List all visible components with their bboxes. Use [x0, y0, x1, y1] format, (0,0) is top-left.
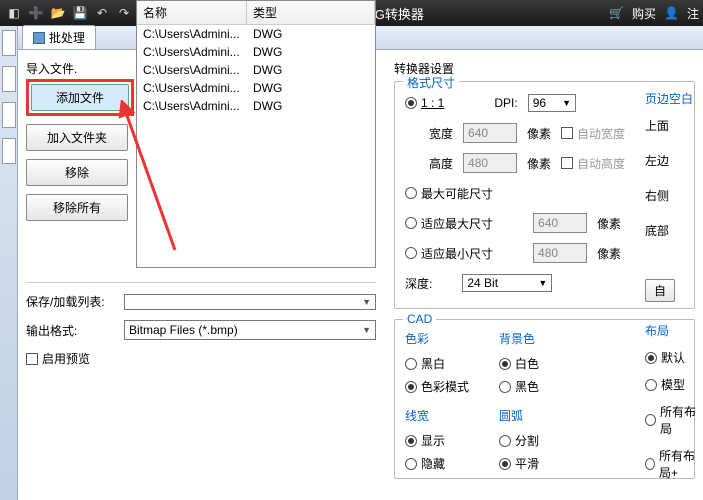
file-name-cell: C:\Users\Admini... — [137, 43, 247, 61]
layout-title: 布局 — [645, 322, 703, 339]
split-radio[interactable]: 分割 — [499, 432, 539, 449]
width-input[interactable]: 640 — [463, 123, 517, 143]
bw-radio[interactable]: 黑白 — [405, 355, 469, 372]
px-label: 像素 — [527, 155, 551, 172]
output-format-value: Bitmap Files (*.bmp) — [129, 323, 238, 337]
tab-label: 批处理 — [49, 29, 85, 46]
px-label: 像素 — [527, 125, 551, 142]
table-row[interactable]: C:\Users\Admini...DWG — [137, 97, 375, 115]
smooth-radio[interactable]: 平滑 — [499, 455, 539, 472]
layout-default-radio[interactable]: 默认 — [645, 349, 703, 366]
width-label: 宽度 — [429, 125, 453, 142]
open-icon[interactable]: 📂 — [48, 3, 68, 23]
height-label: 高度 — [429, 155, 453, 172]
file-type-cell: DWG — [247, 61, 375, 79]
save-list-label: 保存/加载列表: — [26, 293, 116, 310]
left-toolbar-item[interactable] — [2, 138, 16, 164]
margin-panel: 页边空白 上面 左边 右侧 底部 自 布局 默认 模型 所有布局 所有布局+ — [645, 90, 703, 481]
auto-width-checkbox[interactable]: 自动宽度 — [561, 125, 625, 142]
margin-left-label: 左边 — [645, 152, 703, 169]
file-name-cell: C:\Users\Admini... — [137, 61, 247, 79]
th-type[interactable]: 类型 — [247, 1, 375, 24]
th-name[interactable]: 名称 — [137, 1, 247, 24]
file-name-cell: C:\Users\Admini... — [137, 97, 247, 115]
output-format-label: 输出格式: — [26, 322, 116, 339]
buy-link[interactable]: 购买 — [632, 5, 656, 22]
enable-preview-checkbox[interactable]: 启用预览 — [26, 350, 376, 367]
fit-min-input[interactable]: 480 — [533, 243, 587, 263]
layout-all-name-radio[interactable]: 所有布局+ — [645, 447, 703, 481]
left-toolbar-item[interactable] — [2, 102, 16, 128]
batch-icon — [33, 32, 45, 44]
file-type-cell: DWG — [247, 79, 375, 97]
px-label: 像素 — [597, 215, 621, 232]
redo-icon[interactable]: ↷ — [114, 3, 134, 23]
chevron-down-icon: ▼ — [562, 98, 571, 108]
margin-right-label: 右侧 — [645, 187, 703, 204]
dpi-select[interactable]: 96▼ — [528, 94, 576, 112]
show-radio[interactable]: 显示 — [405, 432, 469, 449]
margin-bottom-label: 底部 — [645, 222, 703, 239]
px-label: 像素 — [597, 245, 621, 262]
chevron-down-icon: ▼ — [362, 325, 371, 335]
save-list-select[interactable]: ▼ — [124, 294, 376, 310]
table-row[interactable]: C:\Users\Admini...DWG — [137, 79, 375, 97]
file-table: 名称 类型 C:\Users\Admini...DWGC:\Users\Admi… — [136, 0, 376, 268]
fit-min-radio[interactable]: 适应最小尺寸 — [405, 245, 493, 262]
remove-all-button[interactable]: 移除所有 — [26, 194, 128, 221]
margin-title: 页边空白 — [645, 90, 703, 107]
white-radio[interactable]: 白色 — [499, 355, 539, 372]
file-name-cell: C:\Users\Admini... — [137, 25, 247, 43]
file-type-cell: DWG — [247, 25, 375, 43]
cad-title: CAD — [403, 312, 436, 326]
left-toolbar — [0, 26, 18, 500]
layout-all-radio[interactable]: 所有布局 — [645, 403, 703, 437]
height-input[interactable]: 480 — [463, 153, 517, 173]
format-size-title: 格式尺寸 — [403, 74, 459, 91]
max-size-radio[interactable]: 最大可能尺寸 — [405, 185, 493, 202]
file-type-cell: DWG — [247, 43, 375, 61]
enable-preview-label: 启用预览 — [42, 350, 90, 367]
left-toolbar-item[interactable] — [2, 66, 16, 92]
dpi-label: DPI: — [494, 96, 517, 110]
left-toolbar-item[interactable] — [2, 30, 16, 56]
file-type-cell: DWG — [247, 97, 375, 115]
user-icon[interactable]: 👤 — [664, 6, 679, 20]
layout-model-radio[interactable]: 模型 — [645, 376, 703, 393]
arc-title: 圆弧 — [499, 407, 539, 424]
fit-max-radio[interactable]: 适应最大尺寸 — [405, 215, 493, 232]
margin-top-label: 上面 — [645, 117, 703, 134]
cart-icon[interactable]: 🛒 — [609, 6, 624, 20]
app-icon[interactable]: ◧ — [4, 3, 24, 23]
file-name-cell: C:\Users\Admini... — [137, 79, 247, 97]
output-format-select[interactable]: Bitmap Files (*.bmp) ▼ — [124, 320, 376, 340]
chevron-down-icon: ▼ — [362, 297, 371, 307]
table-row[interactable]: C:\Users\Admini...DWG — [137, 25, 375, 43]
black-radio[interactable]: 黑色 — [499, 378, 539, 395]
color-mode-radio[interactable]: 色彩模式 — [405, 378, 469, 395]
depth-select[interactable]: 24 Bit▼ — [462, 274, 552, 292]
linewidth-title: 线宽 — [405, 407, 469, 424]
remove-button[interactable]: 移除 — [26, 159, 128, 186]
depth-label: 深度: — [405, 275, 432, 292]
color-title: 色彩 — [405, 330, 469, 347]
hide-radio[interactable]: 隐藏 — [405, 455, 469, 472]
table-row[interactable]: C:\Users\Admini...DWG — [137, 43, 375, 61]
bg-title: 背景色 — [499, 330, 539, 347]
chevron-down-icon: ▼ — [538, 278, 547, 288]
auto-margin-button[interactable]: 自 — [645, 279, 675, 302]
ratio-11-radio[interactable]: 1 : 1 — [405, 96, 444, 110]
table-row[interactable]: C:\Users\Admini...DWG — [137, 61, 375, 79]
save-icon[interactable]: 💾 — [70, 3, 90, 23]
add-file-button[interactable]: 添加文件 — [31, 84, 129, 111]
fit-max-input[interactable]: 640 — [533, 213, 587, 233]
tab-batch[interactable]: 批处理 — [22, 25, 96, 49]
auto-height-checkbox[interactable]: 自动高度 — [561, 155, 625, 172]
register-link[interactable]: 注 — [687, 5, 699, 22]
undo-icon[interactable]: ↶ — [92, 3, 112, 23]
add-folder-button[interactable]: 加入文件夹 — [26, 124, 128, 151]
new-icon[interactable]: ➕ — [26, 3, 46, 23]
